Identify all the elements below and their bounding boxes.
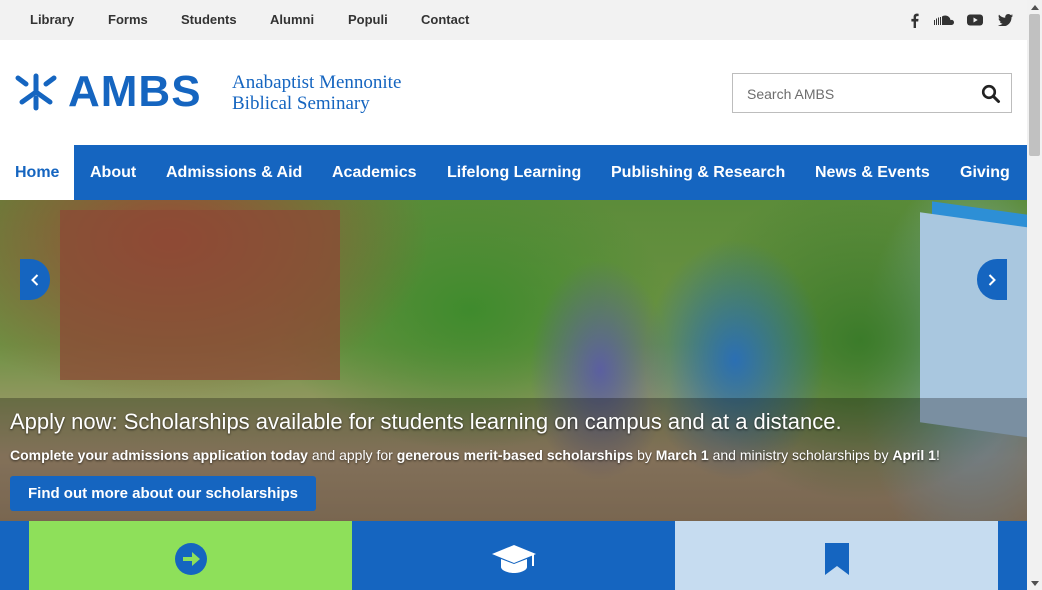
- utility-link-contact[interactable]: Contact: [421, 12, 469, 27]
- utility-bar: Library Forms Students Alumni Populi Con…: [0, 0, 1027, 40]
- utility-link-students[interactable]: Students: [181, 12, 237, 27]
- search-input[interactable]: [747, 84, 967, 104]
- nav-item-giving[interactable]: Giving: [960, 145, 1010, 200]
- hero-sub-part7: April 1: [892, 447, 936, 463]
- tile-apply[interactable]: [29, 521, 352, 590]
- search-box: [732, 73, 1012, 113]
- nav-item-academics[interactable]: Academics: [332, 145, 417, 200]
- graduation-cap-icon: [491, 545, 536, 573]
- slider-prev-button[interactable]: [20, 259, 50, 300]
- scroll-down-arrow[interactable]: [1027, 576, 1042, 590]
- twitter-icon[interactable]: [996, 11, 1014, 29]
- youtube-icon[interactable]: [966, 11, 984, 29]
- page-scrollbar[interactable]: [1027, 0, 1042, 590]
- nav-item-about[interactable]: About: [90, 145, 136, 200]
- search-icon[interactable]: [981, 84, 1001, 104]
- facebook-icon[interactable]: [905, 11, 923, 29]
- utility-link-alumni[interactable]: Alumni: [270, 12, 314, 27]
- logo-subtitle-line1: Anabaptist Mennonite: [232, 72, 402, 93]
- hero-sub-part4: by: [633, 447, 656, 463]
- site-logo[interactable]: AMBS: [14, 70, 202, 114]
- soundcloud-icon[interactable]: [934, 11, 954, 29]
- tile-resources[interactable]: [675, 521, 998, 590]
- arrow-circle-right-icon: [174, 543, 207, 575]
- logo-subtitle: Anabaptist Mennonite Biblical Seminary: [232, 72, 401, 114]
- hero-sub-part8: !: [935, 447, 940, 463]
- ambs-logo-mark-icon: [15, 73, 57, 111]
- hero-sub-part2: and apply for: [307, 447, 397, 463]
- bookmark-icon: [824, 543, 849, 575]
- main-nav: Home About Admissions & Aid Academics Li…: [0, 145, 1027, 200]
- nav-item-lifelong-learning[interactable]: Lifelong Learning: [447, 145, 581, 200]
- logo-wordmark: AMBS: [68, 67, 202, 116]
- nav-item-publishing-research[interactable]: Publishing & Research: [611, 145, 785, 200]
- tile-academics[interactable]: [352, 521, 675, 590]
- hero-title: Apply now: Scholarships available for st…: [10, 409, 842, 434]
- hero-sub-part1: Complete your admissions application tod…: [10, 447, 308, 463]
- hero-photo-building: [60, 210, 340, 380]
- scroll-up-arrow[interactable]: [1027, 0, 1042, 14]
- chevron-right-icon: [988, 273, 996, 286]
- feature-tiles: [0, 521, 1027, 590]
- hero-sub-part3: generous merit-based scholarships: [396, 447, 634, 463]
- hero-subtext: Complete your admissions application tod…: [10, 447, 940, 463]
- hero-slider: Apply now: Scholarships available for st…: [0, 200, 1027, 521]
- hero-sub-part6: and ministry scholarships by: [708, 447, 893, 463]
- scholarships-button[interactable]: Find out more about our scholarships: [10, 476, 316, 511]
- utility-link-populi[interactable]: Populi: [348, 12, 388, 27]
- scroll-thumb[interactable]: [1029, 14, 1040, 156]
- utility-link-library[interactable]: Library: [30, 12, 74, 27]
- chevron-left-icon: [31, 273, 39, 286]
- logo-subtitle-line2: Biblical Seminary: [232, 93, 370, 114]
- nav-item-news-events[interactable]: News & Events: [815, 145, 930, 200]
- hero-sub-part5: March 1: [655, 447, 709, 463]
- nav-item-admissions-aid[interactable]: Admissions & Aid: [166, 145, 302, 200]
- utility-link-forms[interactable]: Forms: [108, 12, 148, 27]
- nav-item-home[interactable]: Home: [0, 145, 75, 200]
